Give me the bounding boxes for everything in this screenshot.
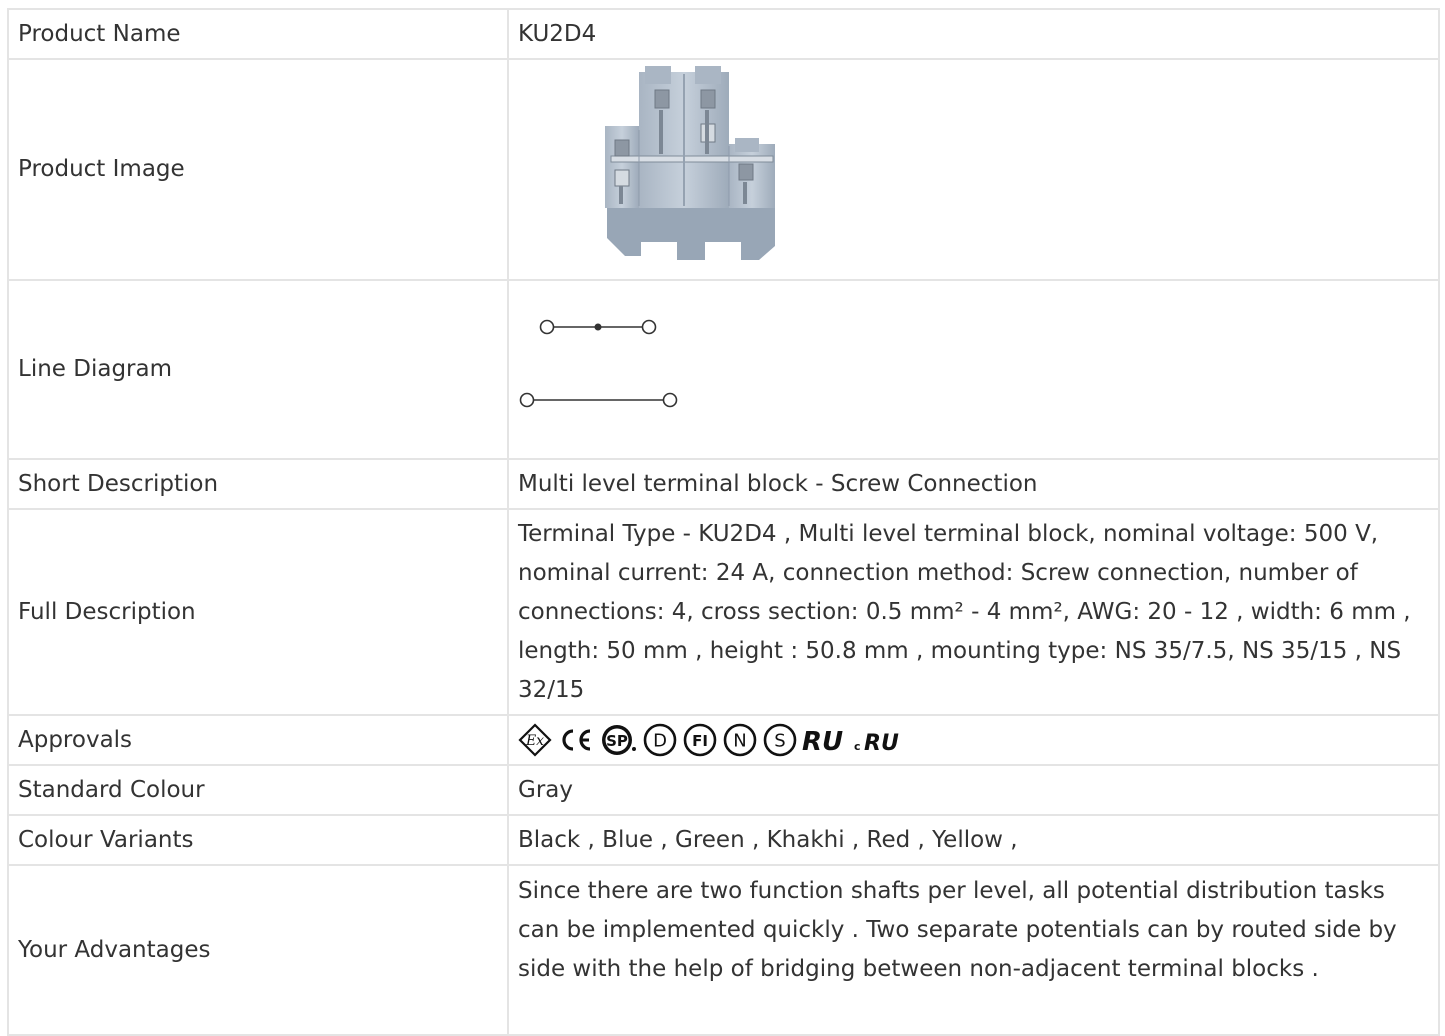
product-image-cell <box>507 58 1440 281</box>
nemko-icon: N <box>723 723 757 757</box>
colour-variants-value: Black , Blue , Green , Khakhi , Red , Ye… <box>507 814 1440 866</box>
upper-right-terminal <box>641 319 657 335</box>
advantages-label: Your Advantages <box>7 864 509 1036</box>
advantages-value: Since there are two function shafts per … <box>507 864 1440 1036</box>
svg-text:RU: RU <box>864 731 899 756</box>
svg-text:Ex: Ex <box>525 733 544 749</box>
approvals-label: Approvals <box>7 714 509 766</box>
row-advantages: Your Advantages Since there are two func… <box>7 864 1440 1036</box>
fimko-icon: FI <box>683 723 717 757</box>
upper-left-terminal <box>539 319 555 335</box>
line-diagram-cell <box>507 279 1440 460</box>
semko-icon: S <box>763 723 797 757</box>
lower-right-terminal <box>662 392 678 408</box>
row-product-name: Product Name KU2D4 <box>7 8 1440 60</box>
row-colour-variants: Colour Variants Black , Blue , Green , K… <box>7 814 1440 866</box>
row-short-description: Short Description Multi level terminal b… <box>7 458 1440 510</box>
row-approvals: Approvals Ex SP D FI N S RU c RU <box>7 714 1440 766</box>
line-diagram-label: Line Diagram <box>7 279 509 460</box>
product-spec-table: Product Name KU2D4 Product Image Line Di… <box>7 8 1440 1036</box>
svg-text:FI: FI <box>692 732 708 750</box>
standard-colour-label: Standard Colour <box>7 764 509 816</box>
svg-text:RU: RU <box>802 727 843 757</box>
product-image <box>605 66 775 260</box>
row-standard-colour: Standard Colour Gray <box>7 764 1440 816</box>
ur-icon: RU <box>802 727 843 757</box>
svg-text:SP: SP <box>606 732 628 750</box>
full-description-label: Full Description <box>7 508 509 716</box>
row-line-diagram: Line Diagram <box>7 279 1440 460</box>
lower-left-terminal <box>519 392 535 408</box>
svg-text:D: D <box>653 731 667 752</box>
csa-icon: SP <box>602 725 636 755</box>
cur-icon: c RU <box>854 731 899 756</box>
colour-variants-label: Colour Variants <box>7 814 509 866</box>
approvals-cell: Ex SP D FI N S RU c RU <box>507 714 1440 766</box>
product-name-value: KU2D4 <box>507 8 1440 60</box>
demko-icon: D <box>643 723 677 757</box>
short-description-label: Short Description <box>7 458 509 510</box>
svg-text:N: N <box>733 731 746 752</box>
row-product-image: Product Image <box>7 58 1440 281</box>
full-description-value: Terminal Type - KU2D4 , Multi level term… <box>507 508 1440 716</box>
approvals-icons: Ex SP D FI N S RU c RU <box>518 717 1429 763</box>
svg-text:c: c <box>854 740 861 753</box>
ce-icon <box>562 729 591 751</box>
bridge-node <box>594 323 602 331</box>
ex-icon: Ex <box>518 723 552 757</box>
svg-text:S: S <box>774 731 785 752</box>
row-full-description: Full Description Terminal Type - KU2D4 ,… <box>7 508 1440 716</box>
line-diagram <box>519 319 678 408</box>
product-name-label: Product Name <box>7 8 509 60</box>
short-description-value: Multi level terminal block - Screw Conne… <box>507 458 1440 510</box>
product-image-label: Product Image <box>7 58 509 281</box>
standard-colour-value: Gray <box>507 764 1440 816</box>
